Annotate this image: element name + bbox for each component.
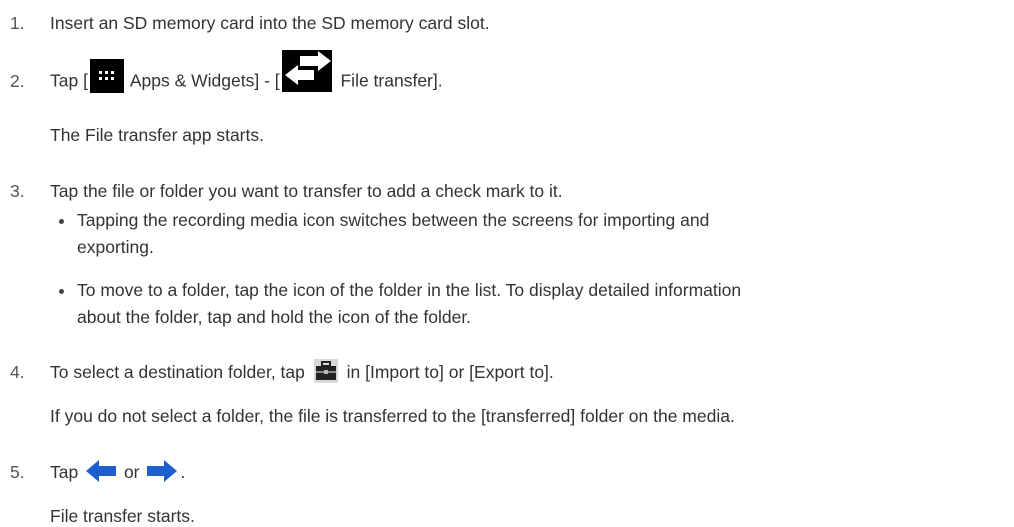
file-transfer-label: File transfer].: [335, 70, 443, 91]
toolbox-icon: [313, 359, 338, 384]
instructions-page: 1. Insert an SD memory card into the SD m…: [0, 0, 1014, 527]
bullet-dot: [59, 219, 64, 224]
bullet-1-line-2: exporting.: [77, 237, 154, 257]
right-arrow-icon: [147, 460, 178, 483]
bullet-2-line-2: about the folder, tap and hold the icon …: [77, 307, 472, 327]
bullet-dot: [59, 289, 64, 294]
step-text-post: .: [180, 462, 186, 482]
step-text-pre: Tap: [50, 462, 84, 482]
step-number: 3.: [10, 181, 25, 201]
step-number: 4.: [10, 362, 25, 382]
step-number: 1.: [10, 13, 25, 33]
step-number: 5.: [10, 462, 25, 482]
step-text-mid: or: [119, 462, 145, 482]
step-2-note: The File transfer app starts.: [50, 125, 264, 145]
step-text: Tap the file or folder you want to trans…: [50, 181, 563, 201]
step-1: 1. Insert an SD memory card into the SD m…: [10, 12, 490, 34]
step-text-pre: Tap [: [50, 70, 88, 91]
step-5-note: File transfer starts.: [50, 506, 195, 526]
file-transfer-icon: [281, 50, 332, 92]
step-text-post: in [Import to] or [Export to].: [341, 362, 554, 382]
step-text-pre: To select a destination folder, tap: [50, 362, 310, 382]
step-text: Insert an SD memory card into the SD mem…: [50, 13, 490, 33]
step-2: 2. Tap [ Apps & Widgets] - [ File transfe…: [10, 50, 443, 96]
bullet-1-line-1: Tapping the recording media icon switche…: [77, 210, 710, 230]
left-arrow-icon: [86, 460, 117, 483]
step-4: 4. To select a destination folder, tap in…: [10, 359, 554, 384]
apps-widgets-label: Apps & Widgets] - [: [125, 70, 280, 91]
step-number: 2.: [10, 70, 25, 91]
bullet-2-line-1: To move to a folder, tap the icon of the…: [77, 280, 742, 300]
apps-grid-icon: [89, 59, 124, 93]
step-4-note: If you do not select a folder, the file …: [50, 406, 735, 426]
step-3: 3. Tap the file or folder you want to tra…: [10, 180, 563, 202]
step-5: 5. Tap or .: [10, 460, 186, 483]
